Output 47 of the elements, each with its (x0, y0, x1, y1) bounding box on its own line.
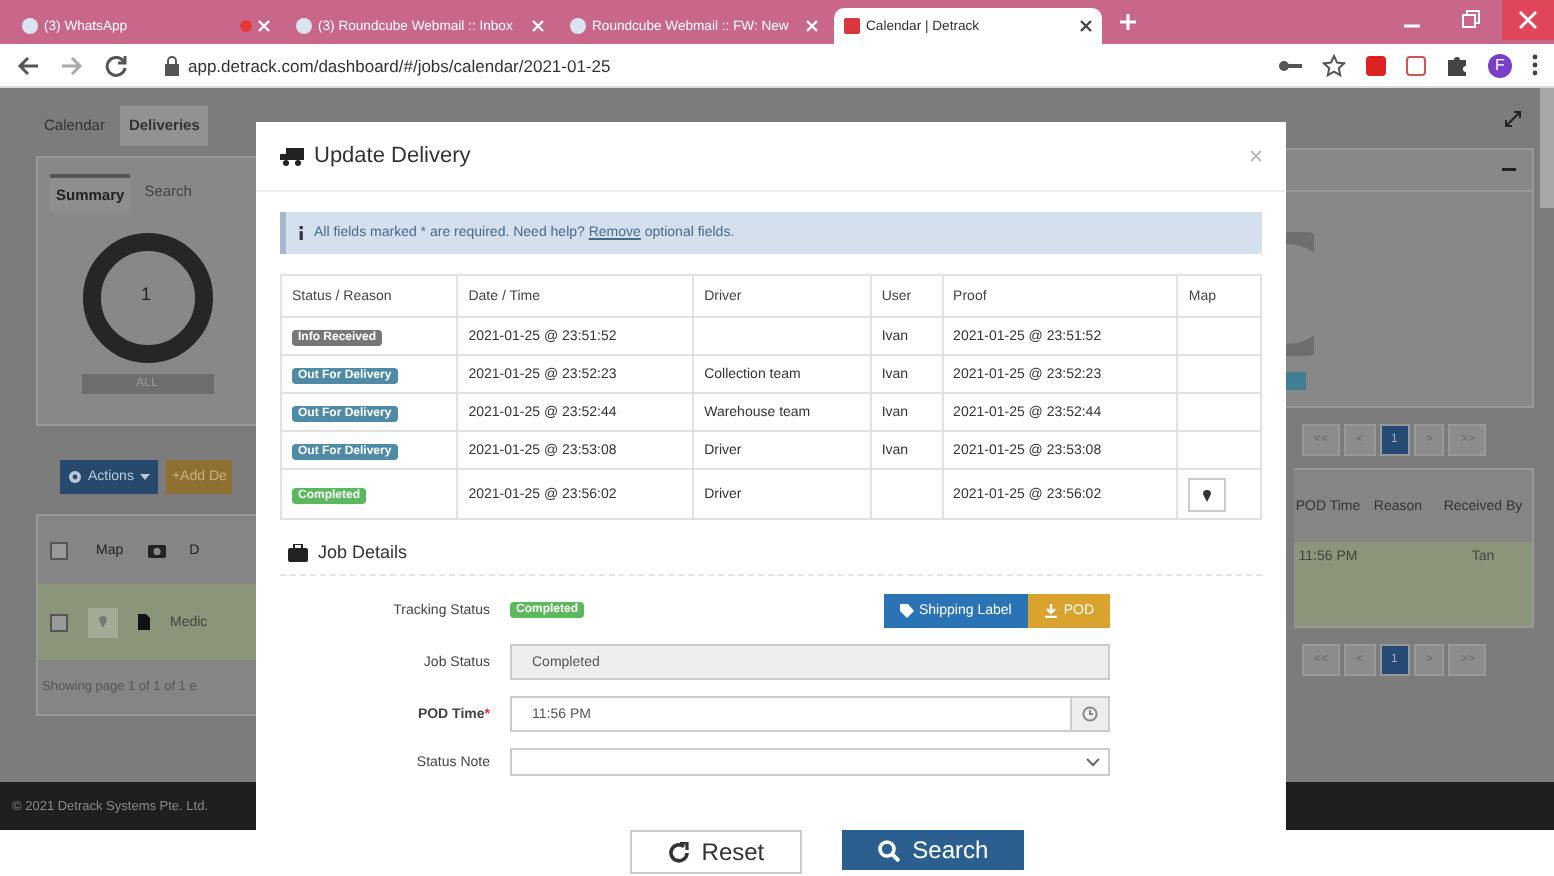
favicon-icon (844, 18, 860, 34)
briefcase-icon (288, 543, 308, 561)
expand-icon[interactable] (1504, 109, 1522, 127)
checkbox[interactable] (50, 613, 68, 631)
truck-icon (280, 147, 304, 165)
scrollbar-thumb[interactable] (1540, 88, 1554, 208)
profile-avatar[interactable]: F (1488, 53, 1512, 77)
map-pin-button[interactable] (1188, 477, 1227, 511)
lock-icon (164, 55, 180, 75)
info-icon (298, 226, 304, 240)
reset-button[interactable]: Reset (629, 830, 803, 874)
key-icon[interactable] (1278, 57, 1302, 73)
search-icon (878, 839, 901, 861)
new-tab-icon[interactable] (1120, 14, 1136, 30)
pdf-extension-icon[interactable] (1366, 55, 1386, 75)
gear-icon (68, 470, 82, 484)
back-icon[interactable] (16, 53, 40, 77)
address-field[interactable]: app.detrack.com/dashboard/#/jobs/calendar/2021-01-25 (188, 55, 611, 75)
extension-icon[interactable] (1406, 55, 1426, 75)
section-title: Job Details (318, 542, 408, 562)
reload-icon[interactable] (104, 53, 128, 77)
puzzle-icon[interactable] (1446, 54, 1468, 76)
favicon-icon (296, 18, 312, 34)
camera-icon (147, 542, 166, 558)
reset-icon (667, 841, 690, 863)
forward-icon[interactable] (60, 53, 84, 77)
clock-icon (1082, 706, 1098, 722)
search-button[interactable]: Search (842, 830, 1025, 870)
checkbox[interactable] (50, 541, 68, 559)
map-pin-icon (1202, 487, 1213, 501)
recording-dot-icon (240, 20, 252, 32)
download-icon (1043, 603, 1058, 617)
star-icon[interactable] (1322, 53, 1346, 77)
close-window-icon[interactable] (1502, 0, 1554, 40)
dialog-title: Update Delivery (314, 144, 471, 168)
caret-icon (1086, 757, 1100, 767)
map-pin-icon (98, 613, 108, 627)
donut-chart-drawing (1286, 232, 1314, 356)
tag-icon (899, 603, 913, 617)
favicon-icon (22, 18, 38, 34)
file-icon (138, 614, 150, 630)
donut-chart-drawing (81, 232, 213, 364)
caret-icon (139, 474, 150, 480)
donut-value: 1 (141, 284, 152, 304)
close-icon[interactable] (1080, 20, 1092, 32)
favicon-icon (570, 18, 586, 34)
menu-icon[interactable] (1532, 54, 1538, 76)
